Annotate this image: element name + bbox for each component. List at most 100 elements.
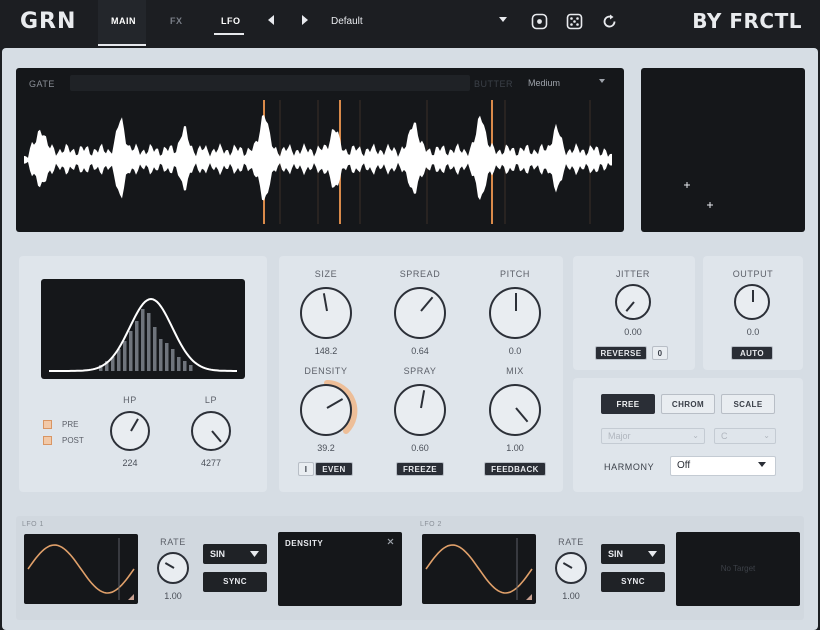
envelope-grain-bar xyxy=(183,361,187,371)
close-icon xyxy=(387,538,394,545)
jitter-knob-indicator xyxy=(625,301,635,312)
size-knob[interactable] xyxy=(300,287,352,339)
pre-checkbox[interactable] xyxy=(43,420,52,429)
pitch-knob-indicator xyxy=(515,293,517,311)
lfo2-target-empty-label: No Target xyxy=(720,564,756,573)
butter-caret[interactable] xyxy=(598,77,606,87)
mode-chrom-button[interactable]: CHROM xyxy=(661,394,715,414)
size-label: SIZE xyxy=(314,269,338,279)
randomize-button[interactable] xyxy=(566,13,583,30)
pitch-knob[interactable] xyxy=(489,287,541,339)
lfo1-rate-label: RATE xyxy=(160,537,186,547)
hp-label: HP xyxy=(123,395,137,405)
lfo2-sine-graph xyxy=(425,538,533,600)
spray-value: 0.60 xyxy=(411,443,429,453)
prev-preset-button[interactable] xyxy=(266,14,276,29)
tab-main[interactable]: MAIN xyxy=(111,16,136,26)
target-button[interactable] xyxy=(531,13,548,30)
tab-fx[interactable]: FX xyxy=(170,16,183,26)
envelope-grain-bar xyxy=(141,309,145,371)
even-toggle-button[interactable]: I xyxy=(298,462,314,476)
freeze-button[interactable]: FREEZE xyxy=(396,462,444,476)
harmony-dropdown[interactable]: Off xyxy=(670,456,776,476)
butter-dropdown[interactable]: Medium xyxy=(528,78,560,88)
gate-slider[interactable] xyxy=(70,75,470,91)
lfo1-target-slot[interactable]: DENSITY xyxy=(278,532,402,606)
spray-knob[interactable] xyxy=(394,384,446,436)
lfo1-label: LFO 1 xyxy=(22,521,44,528)
density-knob[interactable] xyxy=(300,384,352,436)
hp-knob[interactable] xyxy=(110,411,150,451)
envelope-grain-bar xyxy=(165,343,169,371)
butter-label: BUTTER xyxy=(474,79,513,89)
key-dropdown-value: C xyxy=(721,431,728,441)
reverse-value[interactable]: 0 xyxy=(652,346,668,360)
resize-handle-icon[interactable] xyxy=(526,594,532,600)
grain-envelope-graph xyxy=(49,297,237,372)
caret-down-icon xyxy=(499,17,507,22)
spread-knob-indicator xyxy=(420,296,434,312)
caret-down-icon xyxy=(757,458,767,476)
spread-value: 0.64 xyxy=(411,346,429,356)
lp-knob-indicator xyxy=(211,430,222,443)
lfo1-target-remove-button[interactable] xyxy=(387,537,394,547)
lfo2-waveform[interactable] xyxy=(422,534,536,604)
mode-scale-button[interactable]: SCALE xyxy=(721,394,775,414)
harmony-dropdown-value: Off xyxy=(677,460,691,471)
lfo2-sync-button[interactable]: SYNC xyxy=(601,572,665,592)
size-knob-indicator xyxy=(322,293,328,312)
jitter-value: 0.00 xyxy=(624,327,642,337)
lfo1-sine-graph xyxy=(27,538,135,600)
lfo1-target-label: DENSITY xyxy=(285,539,324,548)
lfo1-waveform[interactable] xyxy=(24,534,138,604)
auto-button[interactable]: AUTO xyxy=(731,346,773,360)
preset-name[interactable]: Default xyxy=(331,16,363,27)
waveform-display[interactable] xyxy=(16,68,624,232)
output-knob[interactable] xyxy=(734,284,770,320)
spread-label: SPREAD xyxy=(399,269,441,279)
key-dropdown[interactable]: C ⌄ xyxy=(714,428,776,444)
feedback-button[interactable]: FEEDBACK xyxy=(484,462,546,476)
lfo2-rate-knob-indicator xyxy=(562,562,573,569)
preset-dropdown-button[interactable] xyxy=(498,14,508,27)
target-icon xyxy=(531,13,548,30)
post-checkbox[interactable] xyxy=(43,436,52,445)
mix-knob[interactable] xyxy=(489,384,541,436)
next-preset-button[interactable] xyxy=(300,14,310,29)
app-logo: GRN xyxy=(20,9,77,34)
triangle-left-icon xyxy=(268,15,274,25)
tab-lfo-underline xyxy=(214,33,244,35)
grain-envelope-display[interactable] xyxy=(41,279,245,379)
lfo2-target-slot[interactable]: No Target xyxy=(676,532,800,606)
lfo1-shape-value: SIN xyxy=(210,549,226,559)
gate-label: GATE xyxy=(29,79,55,89)
lfo2-shape-dropdown[interactable]: SIN xyxy=(601,544,665,564)
spread-knob[interactable] xyxy=(394,287,446,339)
reset-button[interactable] xyxy=(601,13,618,30)
mode-free-button[interactable]: FREE xyxy=(601,394,655,414)
pitch-label: PITCH xyxy=(500,269,530,279)
chevron-down-icon xyxy=(599,79,605,83)
lfo-sine-curve xyxy=(27,544,135,594)
lfo2-rate-value: 1.00 xyxy=(562,591,580,601)
xy-pad[interactable] xyxy=(641,68,805,232)
tab-lfo[interactable]: LFO xyxy=(221,16,241,26)
spray-label: SPRAY xyxy=(403,366,437,376)
lfo2-rate-knob[interactable] xyxy=(555,552,587,584)
resize-handle-icon[interactable] xyxy=(128,594,134,600)
lfo1-rate-knob[interactable] xyxy=(157,552,189,584)
chevron-down-icon: ⌄ xyxy=(692,431,699,440)
xy-markers xyxy=(684,182,713,208)
lfo1-shape-dropdown[interactable]: SIN xyxy=(203,544,267,564)
reverse-button[interactable]: REVERSE xyxy=(595,346,647,360)
output-value: 0.0 xyxy=(746,327,760,337)
even-button[interactable]: EVEN xyxy=(315,462,353,476)
pitch-value: 0.0 xyxy=(508,346,522,356)
scale-dropdown[interactable]: Major ⌄ xyxy=(601,428,705,444)
density-knob-indicator xyxy=(326,398,344,409)
lfo1-sync-button[interactable]: SYNC xyxy=(203,572,267,592)
refresh-icon xyxy=(603,14,616,28)
lp-knob[interactable] xyxy=(191,411,231,451)
jitter-knob[interactable] xyxy=(615,284,651,320)
chevron-down-icon: ⌄ xyxy=(763,431,770,440)
